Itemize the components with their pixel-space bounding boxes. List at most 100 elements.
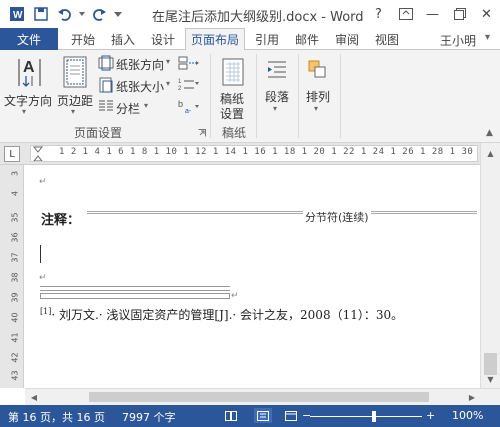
tab-review[interactable]: 审阅 xyxy=(328,28,366,50)
columns-dropdown-icon[interactable]: ▾ xyxy=(144,101,148,110)
collapse-ribbon-icon[interactable]: ▲ xyxy=(486,128,493,138)
quick-access-toolbar: W xyxy=(0,0,126,28)
user-name[interactable]: 王小明 xyxy=(440,32,476,49)
breaks-icon[interactable] xyxy=(178,56,200,73)
tab-references[interactable]: 引用 xyxy=(248,28,286,50)
tab-mailings[interactable]: 邮件 xyxy=(288,28,326,50)
endnote-entry[interactable]: [1]· 刘万文.· 浅议固定资产的管理[J].· 会计之友，2008（11）：… xyxy=(40,306,403,323)
ribbon-tabs: 文件 开始 插入 设计 页面布局 引用 邮件 审阅 视图 王小明 ▾ xyxy=(0,28,500,51)
scroll-down-icon[interactable]: ▼ xyxy=(481,371,500,387)
group-separator xyxy=(298,54,299,138)
ruler-numbers: 1 2 1 4 1 6 1 8 1 10 1 12 1 14 1 16 1 18… xyxy=(59,147,478,157)
user-dropdown-icon[interactable]: ▾ xyxy=(485,32,490,43)
endnote-text: · 刘万文.· 浅议固定资产的管理[J].· 会计之友，2008（11）：30。 xyxy=(51,308,404,322)
window-title: 在尾注后添加大纲级别.docx - Word xyxy=(152,10,364,25)
paragraph-icon[interactable] xyxy=(266,58,288,83)
save-icon[interactable] xyxy=(30,3,52,25)
svg-text:a-: a- xyxy=(185,108,192,115)
notes-heading[interactable]: 注释： xyxy=(41,209,80,228)
svg-text:b: b xyxy=(178,99,183,109)
zoom-slider[interactable] xyxy=(310,416,422,417)
tab-selector[interactable]: L xyxy=(4,146,20,162)
paragraph-mark: ↵ xyxy=(231,291,239,301)
scroll-up-icon[interactable]: ▲ xyxy=(481,145,500,161)
paragraph-button[interactable]: 段落 xyxy=(265,88,289,105)
hyphenation-icon[interactable]: b a- xyxy=(178,99,200,118)
vertical-ruler-tick: 41 xyxy=(10,332,20,343)
ruler-row: L 1 2 1 4 1 6 1 8 1 10 1 12 1 14 1 16 1 … xyxy=(0,143,500,165)
horizontal-scroll-thumb[interactable] xyxy=(89,392,429,402)
zoom-level[interactable]: 100% xyxy=(452,409,483,422)
close-button[interactable]: ✕ xyxy=(473,0,500,28)
group-separator xyxy=(340,54,341,138)
minimize-button[interactable]: — xyxy=(419,0,446,28)
vertical-ruler-tick: 4 xyxy=(10,190,20,197)
text-direction-button[interactable]: 文字方向 xyxy=(4,92,52,109)
arrange-icon[interactable] xyxy=(306,58,328,83)
tab-insert[interactable]: 插入 xyxy=(104,28,142,50)
section-break-line xyxy=(87,211,477,221)
svg-text:A: A xyxy=(23,59,35,76)
undo-dropdown-icon[interactable] xyxy=(78,3,86,25)
vertical-ruler-tick: 42 xyxy=(10,352,20,363)
page-count[interactable]: 第 16 页，共 16 页 xyxy=(8,409,105,425)
line-numbers-icon[interactable]: 12 xyxy=(178,77,200,94)
text-direction-dropdown-icon[interactable]: ▾ xyxy=(22,107,26,116)
help-button[interactable]: ? xyxy=(365,0,392,28)
scroll-left-icon[interactable]: ◀ xyxy=(27,389,41,405)
zoom-slider-thumb[interactable] xyxy=(372,411,376,422)
indent-marker-icon[interactable] xyxy=(32,146,44,161)
read-mode-icon[interactable] xyxy=(222,408,240,423)
text-direction-icon[interactable]: A xyxy=(14,54,44,91)
tab-view[interactable]: 视图 xyxy=(368,28,406,50)
orientation-button[interactable]: 纸张方向 xyxy=(116,56,164,73)
tab-home[interactable]: 开始 xyxy=(64,28,102,50)
word-count[interactable]: 7997 个字 xyxy=(122,409,176,425)
vertical-ruler-tick: 36 xyxy=(10,232,20,243)
manuscript-settings-line2[interactable]: 设置 xyxy=(220,105,244,122)
tab-file[interactable]: 文件 xyxy=(0,28,58,50)
horizontal-scrollbar[interactable]: ◀ ▶ xyxy=(25,388,500,405)
group-separator xyxy=(210,54,211,138)
orientation-dropdown-icon[interactable]: ▾ xyxy=(166,57,170,66)
customize-qat-icon[interactable] xyxy=(112,3,124,25)
zoom-in-button[interactable]: + xyxy=(426,409,435,422)
document-page[interactable]: ↵ 注释： 分节符(连续) ↵ ↵ [1]· 刘万文.· 浅议固定资产的管理[J… xyxy=(25,165,480,388)
size-dropdown-icon[interactable]: ▾ xyxy=(166,79,170,88)
svg-text:2: 2 xyxy=(178,86,182,91)
manuscript-icon[interactable] xyxy=(222,58,244,89)
endnote-marker: [1] xyxy=(40,307,52,316)
ribbon-display-options-icon[interactable] xyxy=(392,0,419,28)
web-layout-icon[interactable] xyxy=(282,408,300,423)
paragraph-mark: ↵ xyxy=(39,177,47,187)
size-button[interactable]: 纸张大小 xyxy=(116,78,164,95)
margins-icon[interactable] xyxy=(62,56,88,91)
vertical-ruler-tick: 39 xyxy=(10,292,20,303)
scroll-right-icon[interactable]: ▶ xyxy=(465,389,479,405)
columns-button[interactable]: 分栏 xyxy=(116,100,140,117)
vertical-ruler-tick: 40 xyxy=(10,312,20,323)
redo-icon[interactable] xyxy=(88,3,110,25)
restore-icon[interactable] xyxy=(446,0,473,28)
arrange-dropdown-icon[interactable]: ▾ xyxy=(314,104,318,113)
tab-page-layout[interactable]: 页面布局 xyxy=(185,28,245,51)
paragraph-dropdown-icon[interactable]: ▾ xyxy=(273,104,277,113)
svg-text:W: W xyxy=(13,10,23,21)
undo-icon[interactable] xyxy=(54,3,76,25)
arrange-button[interactable]: 排列 xyxy=(306,88,330,105)
vertical-scrollbar[interactable]: ▲ ▼ xyxy=(480,143,500,388)
columns-icon xyxy=(98,99,114,116)
ribbon: A 文字方向 ▾ 页边距 ▾ 纸张方向 ▾ 纸张大小 ▾ 分栏 ▾ 12 b a-… xyxy=(0,50,500,143)
horizontal-ruler[interactable]: 1 2 1 4 1 6 1 8 1 10 1 12 1 14 1 16 1 18… xyxy=(30,145,478,162)
paragraph-mark: ↵ xyxy=(39,273,47,283)
margins-dropdown-icon[interactable]: ▾ xyxy=(71,107,75,116)
endnote-separator xyxy=(40,286,230,291)
section-break-label: 分节符(连续) xyxy=(303,209,371,225)
tab-design[interactable]: 设计 xyxy=(144,28,182,50)
endnote-continuation-separator xyxy=(40,293,230,299)
vertical-ruler: 3 4 35 36 37 38 39 40 41 42 43 xyxy=(0,165,24,388)
page-setup-launcher-icon[interactable] xyxy=(198,126,206,140)
print-layout-icon[interactable] xyxy=(254,408,272,423)
orientation-icon xyxy=(98,55,114,74)
vertical-ruler-tick: 35 xyxy=(10,212,20,223)
